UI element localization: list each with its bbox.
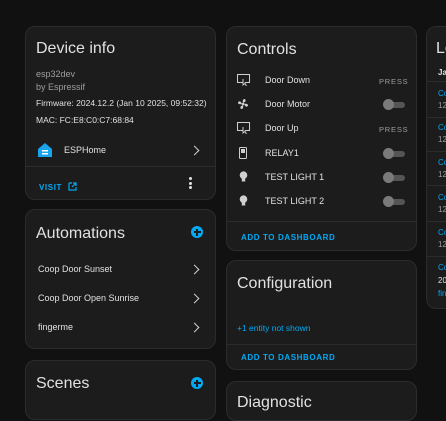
visit-link[interactable]: VISIT (39, 178, 77, 196)
control-label: TEST LIGHT 2 (265, 196, 325, 206)
divider (427, 151, 446, 152)
integration-label: ESPHome (64, 145, 107, 155)
logbook-card: Lo Ja Co 12 Co 12 Co 12 Co 12 Co 12 Co 2… (426, 26, 446, 309)
add-to-dashboard-button[interactable]: ADD TO DASHBOARD (241, 233, 335, 242)
logbook-title: Lo (436, 40, 446, 57)
test-light-1-toggle[interactable] (383, 172, 405, 183)
logbook-entry-time: 12 (438, 101, 446, 110)
lightbulb-icon (239, 194, 248, 212)
device-info-title: Device info (36, 40, 116, 57)
mac-text: MAC: FC:E8:C0:C7:68:84 (36, 115, 134, 125)
press-button[interactable]: PRESS (379, 77, 408, 86)
relay1-toggle[interactable] (383, 148, 405, 159)
automations-title: Automations (36, 225, 125, 242)
logbook-entry-time: 12 (438, 240, 446, 249)
divider (427, 221, 446, 222)
configuration-title: Configuration (237, 275, 333, 292)
controls-card: Controls Door Down PRESS Door Motor Door… (226, 26, 417, 251)
logbook-entry-name[interactable]: Co (438, 193, 446, 202)
chevron-right-icon (189, 264, 200, 275)
esphome-icon (37, 142, 53, 163)
automation-item[interactable]: fingerme (26, 316, 215, 338)
automation-item-label: Coop Door Sunset (38, 264, 113, 274)
control-label: Door Motor (265, 99, 311, 109)
divider (26, 166, 215, 167)
control-label: TEST LIGHT 1 (265, 172, 325, 182)
add-to-dashboard-button[interactable]: ADD TO DASHBOARD (241, 353, 335, 362)
divider (227, 221, 416, 222)
logbook-entry-name[interactable]: Co (438, 89, 446, 98)
add-automation-icon[interactable] (191, 226, 203, 238)
logbook-entry-time: 20 (438, 276, 446, 285)
diagnostic-card: Diagnostic (226, 381, 417, 421)
chevron-right-icon (189, 322, 200, 333)
control-label: RELAY1 (265, 148, 299, 158)
automation-item[interactable]: Coop Door Sunset (26, 258, 215, 280)
scenes-title: Scenes (36, 375, 90, 392)
logbook-entry-name[interactable]: Co (438, 123, 446, 132)
open-in-new-icon (68, 178, 77, 196)
automation-item-label: Coop Door Open Sunrise (38, 293, 140, 303)
entities-not-shown-link[interactable]: +1 entity not shown (237, 323, 310, 333)
control-label: Door Down (265, 75, 311, 85)
logbook-entry-time: 12 (438, 205, 446, 214)
device-info-card: Device info esp32dev by Espressif Firmwa… (25, 26, 216, 200)
divider (227, 344, 416, 345)
scenes-card: Scenes (25, 360, 216, 420)
logbook-entry-name[interactable]: fin (438, 289, 446, 298)
logbook-entry-name[interactable]: Co (438, 228, 446, 237)
controls-title: Controls (237, 41, 297, 58)
button-icon (237, 121, 250, 139)
automation-item-label: fingerme (38, 322, 74, 332)
fan-icon (237, 97, 249, 115)
press-button[interactable]: PRESS (379, 125, 408, 134)
logbook-entry-time: 12 (438, 170, 446, 179)
configuration-card: Configuration +1 entity not shown ADD TO… (226, 260, 417, 370)
logbook-entry-name[interactable]: Co (438, 158, 446, 167)
switch-icon (239, 146, 247, 164)
automation-item[interactable]: Coop Door Open Sunrise (26, 287, 215, 309)
add-scene-icon[interactable] (191, 377, 203, 389)
logbook-entry-time: 12 (438, 135, 446, 144)
device-manufacturer: by Espressif (36, 82, 86, 92)
integration-row[interactable]: ESPHome (26, 137, 215, 165)
visit-label: VISIT (39, 182, 63, 192)
door-motor-toggle[interactable] (383, 99, 405, 110)
divider (427, 256, 446, 257)
divider (427, 185, 446, 186)
button-icon (237, 73, 250, 91)
more-options-icon[interactable] (189, 177, 193, 189)
chevron-right-icon (189, 145, 200, 156)
firmware-text: Firmware: 2024.12.2 (Jan 10 2025, 09:52:… (36, 98, 207, 108)
lightbulb-icon (239, 170, 248, 188)
chevron-right-icon (189, 293, 200, 304)
logbook-date: Ja (438, 68, 446, 77)
automations-card: Automations Coop Door Sunset Coop Door O… (25, 209, 216, 349)
divider (427, 117, 446, 118)
logbook-entry-name[interactable]: Co (438, 263, 446, 272)
test-light-2-toggle[interactable] (383, 196, 405, 207)
control-label: Door Up (265, 123, 299, 133)
divider (427, 81, 446, 82)
diagnostic-title: Diagnostic (237, 394, 312, 411)
device-model: esp32dev (36, 69, 76, 79)
